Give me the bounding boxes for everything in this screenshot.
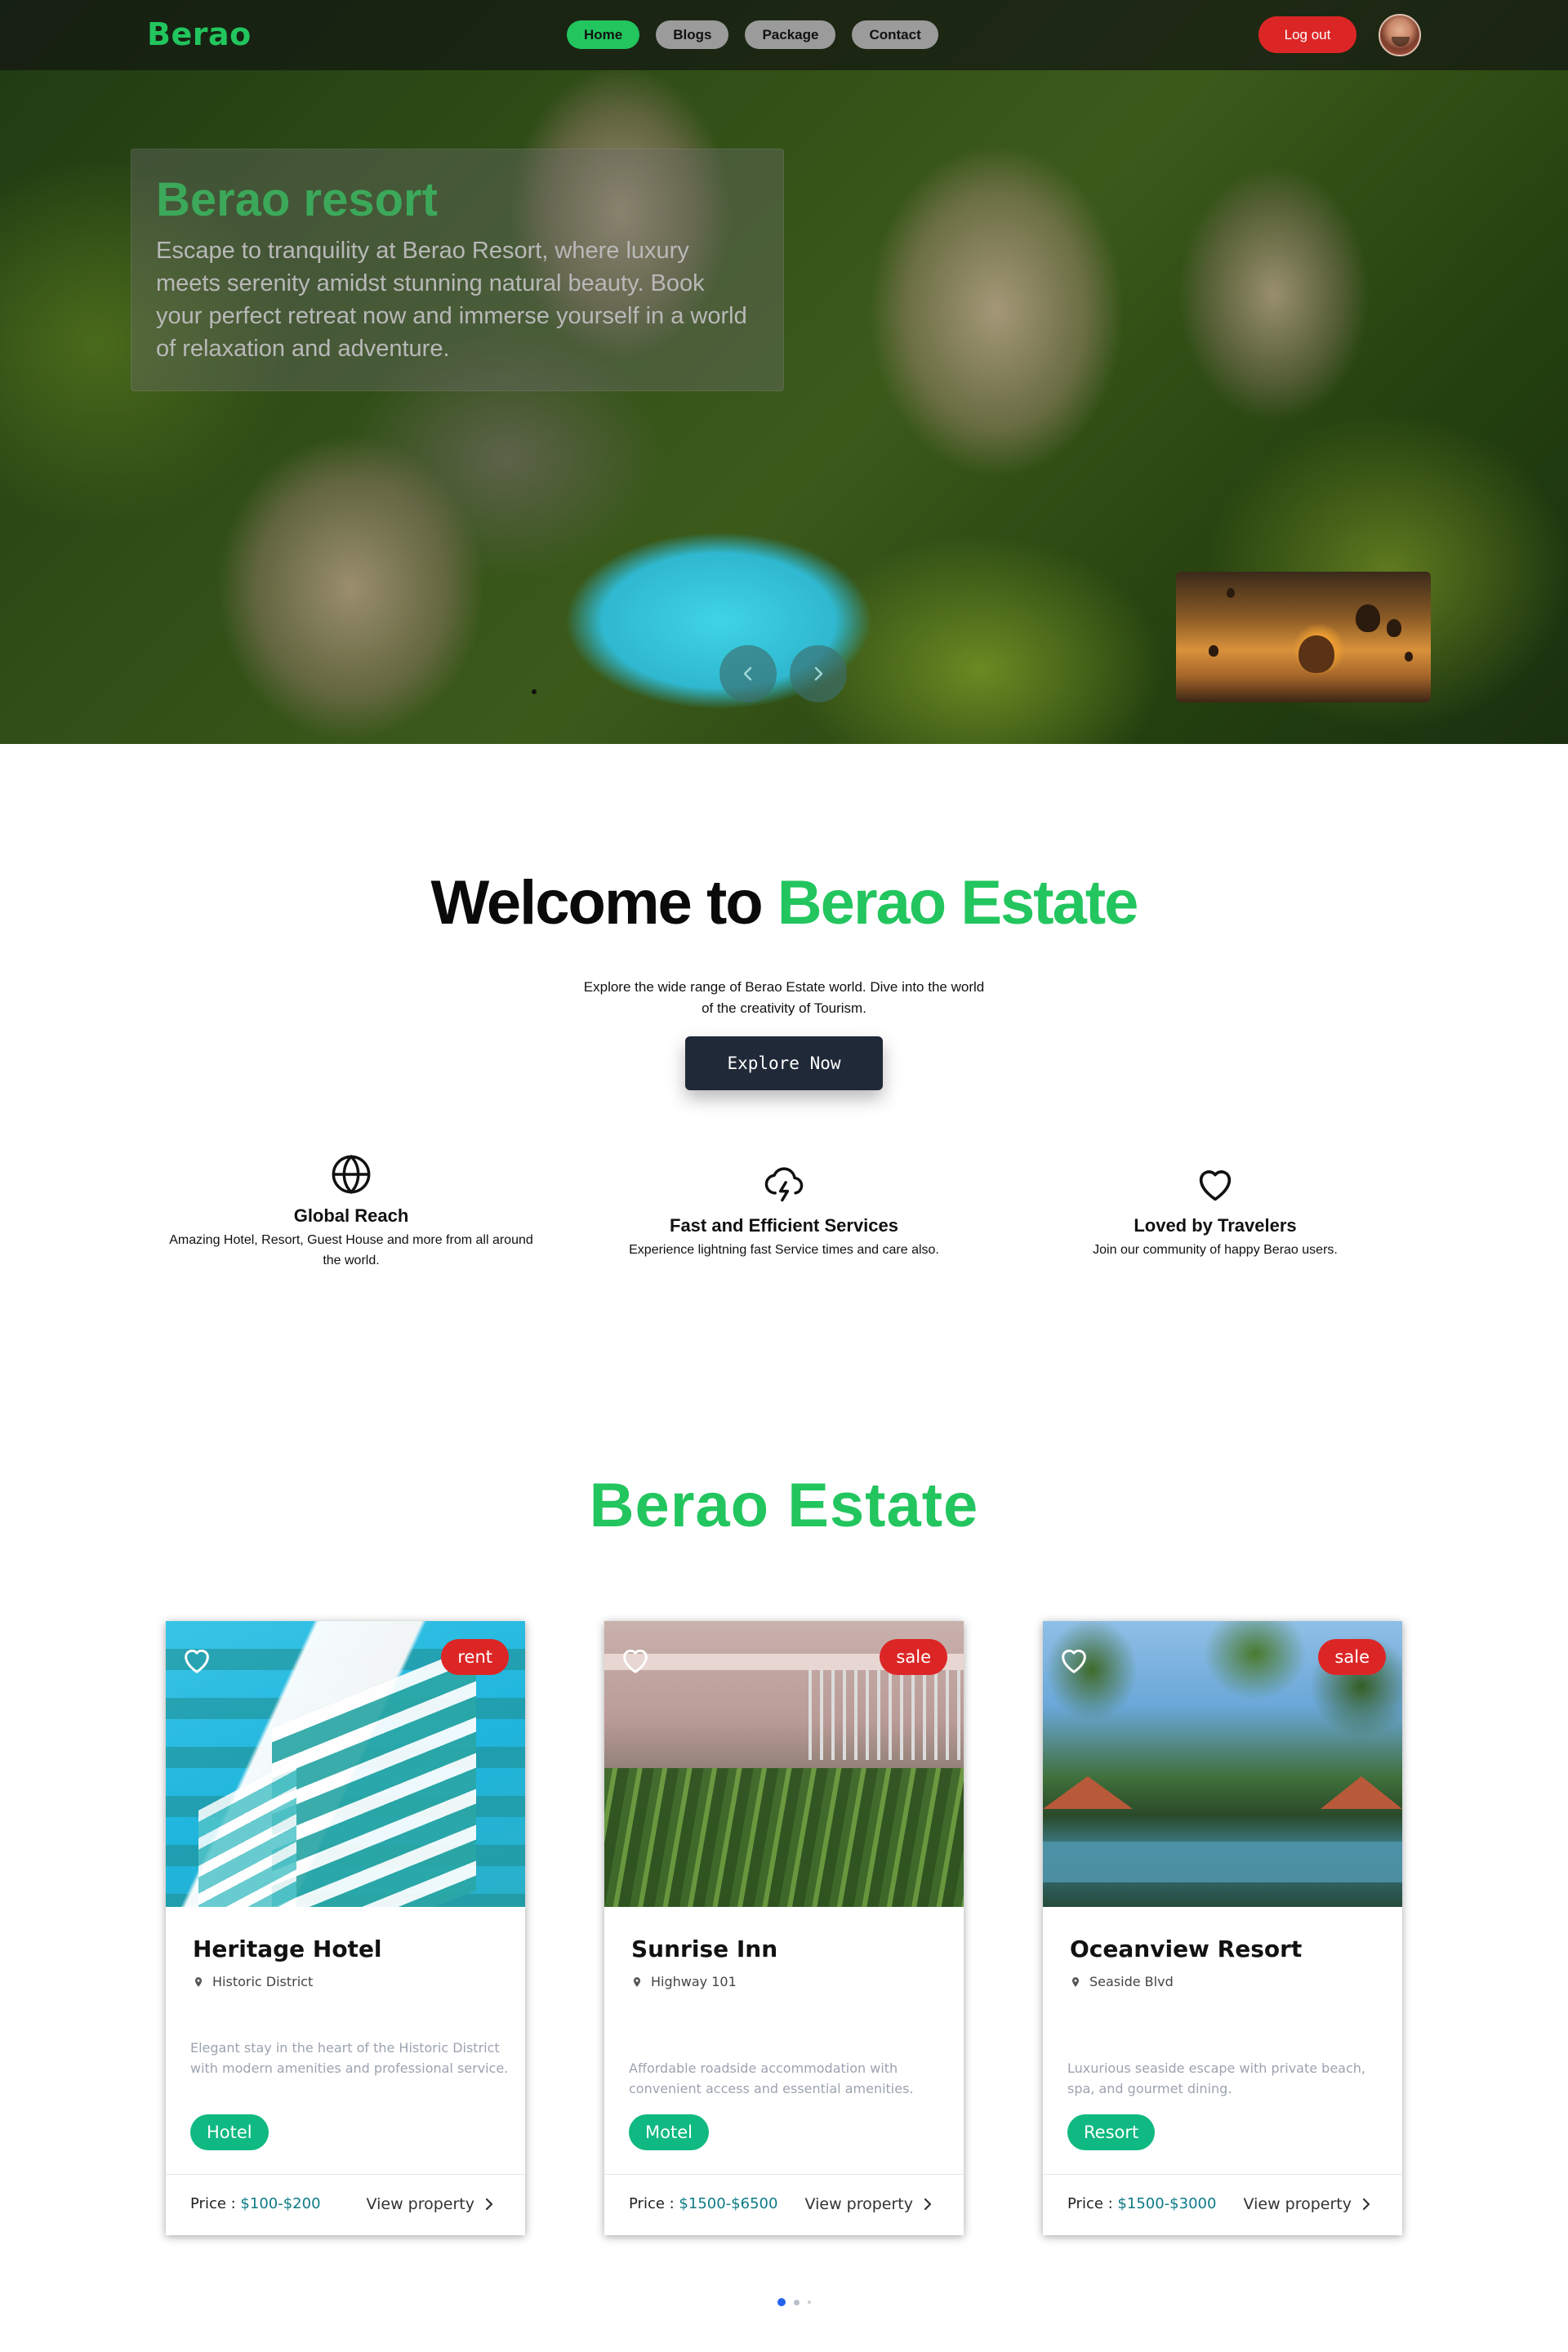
feature-loved-by-travelers: Loved by Travelers Join our community of… [1027,1163,1403,1260]
logout-button[interactable]: Log out [1258,16,1356,53]
pagination-dot[interactable] [794,2299,800,2305]
nav-link-home[interactable]: Home [567,20,640,49]
card-divider [604,2174,964,2175]
property-card[interactable]: rent Heritage Hotel Historic District El… [166,1621,525,2235]
chevron-right-icon [1362,2198,1370,2211]
nav-link-blogs[interactable]: Blogs [656,20,729,49]
view-property-label: View property [366,2195,474,2213]
estate-title: Berao Estate [589,1471,979,1540]
feature-description: Join our community of happy Berao users. [1093,1243,1338,1257]
avatar[interactable] [1379,14,1421,56]
welcome-title: Welcome to Berao Estate [0,867,1568,938]
heart-icon [1199,1170,1232,1201]
property-name: Sunrise Inn [631,1936,778,1962]
feature-title: Global Reach [293,1205,409,1226]
property-price: Price : $1500-$6500 [629,2195,777,2212]
property-card[interactable]: sale Sunrise Inn Highway 101 Affordable … [604,1621,964,2235]
view-property-link[interactable]: View property [805,2195,933,2213]
price-label: Price : [1067,2195,1118,2212]
view-property-label: View property [1243,2195,1352,2213]
pagination-dot-active[interactable] [777,2298,786,2306]
chevron-right-icon [814,666,823,681]
hero-title: Berao resort [156,173,438,226]
globe-icon [332,1154,371,1195]
nav-link-package[interactable]: Package [745,20,836,49]
cloud-lightning-icon [764,1167,804,1202]
property-location: Historic District [193,1974,313,1989]
favorite-heart-icon[interactable] [1058,1644,1090,1677]
property-location: Highway 101 [631,1974,737,1989]
chevron-right-icon [924,2198,932,2211]
status-badge: sale [1318,1639,1386,1675]
carousel-next-button[interactable] [790,645,847,702]
feature-description: Amazing Hotel, Resort, Guest House and m… [169,1233,533,1267]
chevron-right-icon [485,2198,493,2211]
favorite-heart-icon[interactable] [180,1644,213,1677]
favorite-heart-icon[interactable] [619,1644,652,1677]
feature-title: Fast and Efficient Services [670,1215,898,1236]
card-divider [166,2174,525,2175]
hero-description: Escape to tranquility at Berao Resort, w… [156,238,747,362]
property-price: Price : $100-$200 [190,2195,321,2212]
pagination-dots [777,2298,811,2306]
status-badge: sale [880,1639,947,1675]
nav-links: Home Blogs Package Contact [567,20,938,49]
hero-banner: Berao Home Blogs Package Contact Log out… [0,0,1568,744]
pagination-dot[interactable] [808,2301,811,2304]
view-property-link[interactable]: View property [1244,2195,1371,2213]
nav-link-contact[interactable]: Contact [852,20,938,49]
property-type-tag[interactable]: Resort [1067,2114,1156,2150]
property-price: Price : $1500-$3000 [1067,2195,1216,2212]
property-name: Heritage Hotel [193,1936,382,1962]
price-value: $1500-$3000 [1117,2195,1217,2212]
feature-fast-service: Fast and Efficient Services Experience l… [580,1163,988,1260]
hero-card: Berao resort Escape to tranquility at Be… [131,149,784,391]
property-type-tag[interactable]: Hotel [190,2114,269,2150]
property-type-tag[interactable]: Motel [629,2114,709,2150]
logo[interactable]: Berao [147,16,252,52]
location-text: Seaside Blvd [1089,1974,1174,1989]
location-text: Historic District [212,1974,314,1989]
map-pin-icon [633,1976,641,1987]
property-description: Luxurious seaside escape with private be… [1067,2060,1365,2096]
map-pin-icon [1071,1976,1080,1987]
map-pin-icon [194,1976,203,1987]
price-label: Price : [190,2195,241,2212]
feature-title: Loved by Travelers [1134,1215,1297,1236]
property-description: Elegant stay in the heart of the Histori… [190,2040,509,2076]
location-text: Highway 101 [651,1974,737,1989]
property-location: Seaside Blvd [1070,1974,1174,1989]
property-description: Affordable roadside accommodation with c… [629,2060,914,2096]
carousel-indicator[interactable] [532,689,537,694]
carousel-prev-button[interactable] [719,645,777,702]
price-value: $100-$200 [240,2195,321,2212]
chevron-left-icon [743,666,752,681]
property-name: Oceanview Resort [1070,1936,1303,1962]
price-value: $1500-$6500 [679,2195,778,2212]
explore-now-button[interactable]: Explore Now [685,1036,883,1090]
view-property-link[interactable]: View property [367,2195,494,2213]
welcome-title-accent: Berao Estate [777,868,1139,938]
price-label: Price : [629,2195,679,2212]
property-card[interactable]: sale Oceanview Resort Seaside Blvd Luxur… [1043,1621,1402,2235]
welcome-title-prefix: Welcome to [430,868,764,938]
navbar: Berao Home Blogs Package Contact Log out [0,0,1568,70]
feature-description: Experience lightning fast Service times … [629,1243,939,1257]
carousel-thumbnail[interactable] [1176,572,1431,702]
view-property-label: View property [804,2195,913,2213]
feature-global-reach: Global Reach Amazing Hotel, Resort, Gues… [163,1153,539,1271]
welcome-description: Explore the wide range of Berao Estate w… [583,979,985,1016]
card-divider [1043,2174,1402,2175]
status-badge: rent [441,1639,509,1675]
